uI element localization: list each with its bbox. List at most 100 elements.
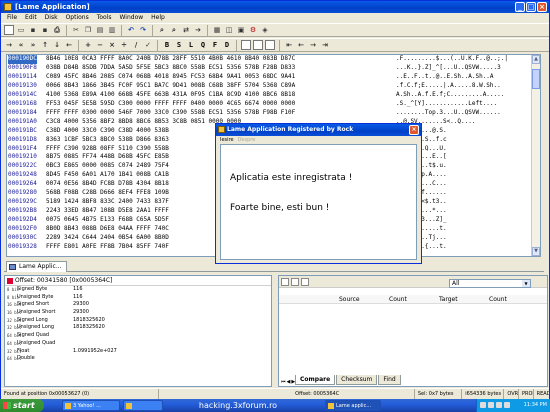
hex-bytes[interactable]: 0074 0E56 8B4D FC8B D78B 4304 8B18	[46, 180, 169, 189]
scroll-thumb[interactable]	[532, 69, 540, 89]
tab-checksum[interactable]: Checksum	[336, 375, 378, 385]
hex-bytes[interactable]: C38D 4000 33C0 C390 C38D 4000 538B	[46, 127, 169, 136]
print-icon[interactable]: ⎙	[52, 25, 62, 35]
clock[interactable]: 11:34 PM	[524, 402, 547, 408]
scroll-up-icon[interactable]: ▲	[532, 55, 540, 64]
quad-q-button[interactable]: Q	[198, 40, 208, 50]
double-d-button[interactable]: D	[222, 40, 232, 50]
data-type-row[interactable]: 8 bit Unsigned Byte 116	[5, 294, 271, 302]
paste-icon[interactable]: ▤	[95, 25, 105, 35]
hex-ascii[interactable]: ...K..}.Z]_^[...U..QSVW.....3	[396, 64, 501, 73]
data-type-row[interactable]: 16 bit Signed Short 29300	[5, 301, 271, 309]
data-type-row[interactable]: 8 bit Signed Byte 116	[5, 286, 271, 294]
tab-find[interactable]: Find	[378, 375, 401, 385]
task-lame-application[interactable]: Lame applic...	[325, 400, 381, 411]
page-list-icon[interactable]	[253, 40, 263, 50]
tab-first-icon[interactable]: ⏮	[281, 379, 286, 385]
hex-row[interactable]: 00019184 FFFF FFFF 0300 0000 546F 7000 33…	[7, 109, 540, 118]
search-icon[interactable]: ⌕	[157, 25, 167, 35]
data-type-value[interactable]: 29300	[73, 301, 89, 309]
menu-options[interactable]: Options	[62, 13, 93, 23]
tab-lame-application[interactable]: Lame Applic...	[6, 261, 67, 272]
hex-bytes[interactable]: 8363 1CBF 5BC3 8BC0 538B D866 8363	[46, 136, 169, 145]
data-type-value[interactable]: 1818325620	[73, 317, 105, 325]
hex-row[interactable]: 000190F8 038B D84B 85DB 7DDA 5A5D 5F5E 5B…	[7, 64, 540, 73]
page-grid-icon[interactable]	[265, 40, 275, 50]
tray-volume-icon[interactable]	[488, 402, 494, 408]
check-icon[interactable]: ✓	[143, 40, 153, 50]
minimize-button[interactable]: _	[515, 2, 525, 12]
data-type-value[interactable]: 116	[73, 286, 83, 294]
menu-disk[interactable]: Disk	[41, 13, 62, 23]
col-count-1[interactable]: Count	[389, 295, 407, 304]
hex-bytes[interactable]: 038B D84B 85DB 7DDA 5A5D 5F5E 5BC3 8BC0 …	[46, 64, 295, 73]
close-button[interactable]: ×	[537, 2, 547, 12]
hex-ascii[interactable]: .S._^[Y]............Left....	[396, 100, 497, 109]
hex-bytes[interactable]: 0BC3 E865 0000 0085 C074 2489 75F4	[46, 162, 169, 171]
menu-tools[interactable]: Tools	[93, 13, 116, 23]
short-s-button[interactable]: S	[174, 40, 184, 50]
tab-prev-icon[interactable]: ◀	[287, 379, 291, 385]
tools-icon[interactable]: ⚙	[248, 25, 258, 35]
bookmark-icon[interactable]: ◈	[260, 25, 270, 35]
hex-ascii[interactable]: .F.........$...(..U.K.F..@..;.|	[396, 55, 508, 64]
undo-icon[interactable]: ↶	[126, 25, 136, 35]
hex-row[interactable]: 00019130 0066 8B43 1866 3B45 FC0F 95C1 BA…	[7, 82, 540, 91]
float-f-button[interactable]: F	[210, 40, 220, 50]
dialog-close-button[interactable]: ×	[409, 125, 419, 135]
compare-options-icon[interactable]	[301, 277, 309, 286]
paste-special-icon[interactable]: ▥	[107, 25, 117, 35]
add-icon[interactable]: +	[83, 40, 93, 50]
col-source[interactable]: Source	[339, 295, 360, 304]
cut-icon[interactable]: ✂	[71, 25, 81, 35]
data-type-row[interactable]: 64 bit Unsigned Quad	[5, 340, 271, 348]
hex-bytes[interactable]: 8B0D 8B43 088B D6E8 04AA FFFF 740C	[46, 225, 169, 234]
multiply-icon[interactable]: ×	[107, 40, 117, 50]
data-type-row[interactable]: 32 bit Float 1.0991952e+027	[5, 348, 271, 356]
hex-bytes[interactable]: C089 45FC 8B46 2085 C074 068B 4018 8945 …	[46, 73, 295, 82]
data-type-row[interactable]: 64 bit Double	[5, 355, 271, 363]
hex-ascii[interactable]: A.Sh..A.f.E.f;C.........A.....	[396, 91, 504, 100]
hex-ascii[interactable]: .f.C.f;E.....|.A.....8.W.Sh..	[396, 82, 501, 91]
maximize-button[interactable]: □	[526, 2, 536, 12]
last-icon[interactable]: ⇥	[320, 40, 330, 50]
hex-bytes[interactable]: 2289 3424 C644 2404 0B54 6A00 8B0D	[46, 234, 169, 243]
hex-bytes[interactable]: FFFF C390 928B 08FF 5110 C390 558B	[46, 145, 169, 154]
prev-icon[interactable]: ←	[296, 40, 306, 50]
col-target[interactable]: Target	[439, 295, 458, 304]
hex-row[interactable]: 000190DC 8B46 10E8 0CA3 FFFF 8A0C 240B D7…	[7, 55, 540, 64]
page-icon[interactable]	[241, 40, 251, 50]
hex-bytes[interactable]: FF53 045F 5E5B 595D C300 0000 FFFF FFFF …	[46, 100, 295, 109]
hex-bytes[interactable]: 0075 0645 4B75 E133 F68B C65A 5D5F	[46, 216, 169, 225]
byte-b-button[interactable]: B	[162, 40, 172, 50]
first-icon[interactable]: ⇤	[284, 40, 294, 50]
hex-bytes[interactable]: FFFF FFFF 0300 0000 546F 7000 33C0 C390 …	[46, 109, 295, 118]
hex-ascii[interactable]: ..E..F..t..@..E.Sh..A.Sh..A	[396, 73, 494, 82]
save-all-icon[interactable]: ▪	[40, 25, 50, 35]
compare-run-icon[interactable]	[291, 277, 299, 286]
task-hidden-window[interactable]	[123, 400, 163, 411]
save-icon[interactable]: ▪	[28, 25, 38, 35]
hex-bytes[interactable]: 8B46 10E8 0CA3 FFFF 8A0C 240B D78B 28FF …	[46, 55, 295, 64]
hex-bytes[interactable]: 8D45 F450 6A01 A170 1B41 008B CA1B	[46, 171, 169, 180]
data-type-row[interactable]: 32 bit Unsigned Long 1818325620	[5, 324, 271, 332]
data-type-value[interactable]: 116	[73, 294, 83, 302]
ram-icon[interactable]: ▣	[236, 25, 246, 35]
tray-network-icon[interactable]	[480, 402, 486, 408]
nav-up-icon[interactable]: ↑	[40, 40, 50, 50]
goto-icon[interactable]: ➔	[193, 25, 203, 35]
data-type-row[interactable]: 32 bit Signed Long 1818325620	[5, 317, 271, 325]
dialog-title-bar[interactable]: Lame Application Registered by Rock ×	[216, 124, 421, 136]
hex-bytes[interactable]: 4100 5368 E89A 4100 668B 45FE 663B 431A …	[46, 91, 295, 100]
menu-window[interactable]: Window	[116, 13, 148, 23]
data-type-value[interactable]: 1818325620	[73, 324, 105, 332]
dialog-menu-about[interactable]: Despre	[238, 136, 256, 144]
nav-down-icon[interactable]: ↓	[52, 40, 62, 50]
nav-back-icon[interactable]: «	[16, 40, 26, 50]
task-yahoo[interactable]: 3 Yahoo! ...	[62, 400, 120, 411]
menu-file[interactable]: File	[3, 13, 21, 23]
start-button[interactable]: start	[0, 399, 44, 412]
data-type-value[interactable]: 1.0991952e+027	[73, 348, 117, 356]
data-type-value[interactable]: 29300	[73, 309, 89, 317]
chevron-down-icon[interactable]: ▼	[522, 280, 530, 287]
